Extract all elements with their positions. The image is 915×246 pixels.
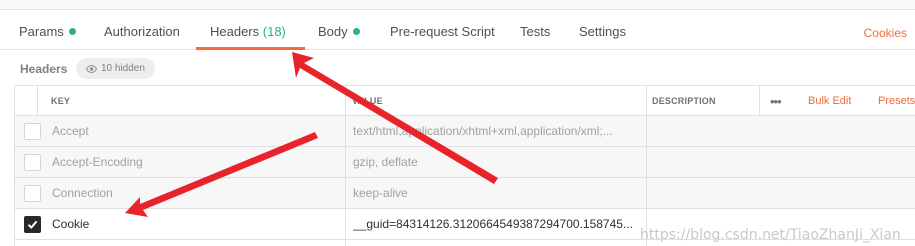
tab-headers-count: (18) bbox=[262, 24, 286, 39]
header-key-cell[interactable]: Accept-Encoding bbox=[52, 155, 143, 169]
tab-headers[interactable]: Headers (18) bbox=[210, 24, 286, 39]
header-key-cell[interactable]: Cookie bbox=[52, 217, 89, 231]
column-divider bbox=[759, 86, 760, 116]
column-header-key: KEY bbox=[51, 96, 71, 106]
tab-params-label: Params bbox=[19, 24, 64, 39]
tab-params[interactable]: Params bbox=[19, 24, 76, 39]
tab-tests[interactable]: Tests bbox=[520, 24, 550, 39]
header-value-cell[interactable]: gzip, deflate bbox=[353, 155, 643, 169]
headers-table: KEY VALUE DESCRIPTION ••• Bulk Edit Pres… bbox=[14, 85, 915, 246]
cookies-link[interactable]: Cookies bbox=[864, 26, 907, 40]
hidden-headers-toggle[interactable]: 10 hidden bbox=[76, 58, 155, 79]
header-value-cell[interactable]: text/html,application/xhtml+xml,applicat… bbox=[353, 124, 643, 138]
tab-pre-request-script[interactable]: Pre-request Script bbox=[390, 24, 495, 39]
hidden-headers-label: 10 hidden bbox=[101, 63, 145, 74]
presets-button[interactable]: Presets bbox=[878, 95, 915, 107]
checkmark-icon bbox=[27, 220, 38, 229]
row-enable-checkbox[interactable] bbox=[24, 185, 41, 202]
tab-authorization[interactable]: Authorization bbox=[104, 24, 180, 39]
header-key-cell[interactable]: Connection bbox=[52, 186, 113, 200]
row-enable-checkbox[interactable] bbox=[24, 123, 41, 140]
eye-icon bbox=[85, 64, 98, 74]
headers-section-title: Headers bbox=[20, 62, 68, 76]
header-key-cell[interactable]: Accept bbox=[52, 124, 89, 138]
tab-authorization-label: Authorization bbox=[104, 24, 180, 39]
active-tab-indicator bbox=[196, 47, 305, 50]
row-enable-checkbox[interactable] bbox=[24, 154, 41, 171]
tab-pre-request-script-label: Pre-request Script bbox=[390, 24, 495, 39]
body-status-dot bbox=[352, 28, 360, 35]
column-divider bbox=[345, 86, 346, 246]
column-divider bbox=[37, 86, 38, 116]
top-strip bbox=[0, 0, 915, 10]
tab-headers-label: Headers bbox=[210, 24, 260, 39]
table-header-row: KEY VALUE DESCRIPTION ••• Bulk Edit Pres… bbox=[15, 86, 915, 116]
tab-settings[interactable]: Settings bbox=[579, 24, 626, 39]
watermark-text: https://blog.csdn.net/TiaoZhanJi_Xian bbox=[640, 227, 901, 243]
column-divider bbox=[646, 86, 647, 246]
column-header-value: VALUE bbox=[352, 96, 383, 106]
table-row: Accept text/html,application/xhtml+xml,a… bbox=[15, 116, 915, 147]
more-options-icon[interactable]: ••• bbox=[770, 94, 782, 109]
params-status-dot bbox=[68, 28, 76, 35]
header-value-cell[interactable]: __guid=84314126.3120664549387294700.1587… bbox=[353, 217, 643, 231]
tab-body-label: Body bbox=[318, 24, 348, 39]
headers-section-bar: Headers 10 hidden bbox=[0, 51, 915, 85]
request-tabs: Params Authorization Headers (18) Body P… bbox=[0, 10, 915, 50]
tab-tests-label: Tests bbox=[520, 24, 551, 39]
tab-body[interactable]: Body bbox=[318, 24, 360, 39]
bulk-edit-button[interactable]: Bulk Edit bbox=[808, 95, 851, 107]
row-enable-checkbox[interactable] bbox=[24, 216, 41, 233]
column-header-description: DESCRIPTION bbox=[652, 96, 716, 106]
tab-settings-label: Settings bbox=[579, 24, 626, 39]
header-value-cell[interactable]: keep-alive bbox=[353, 186, 643, 200]
table-row: Accept-Encoding gzip, deflate bbox=[15, 147, 915, 178]
table-row: Connection keep-alive bbox=[15, 178, 915, 209]
